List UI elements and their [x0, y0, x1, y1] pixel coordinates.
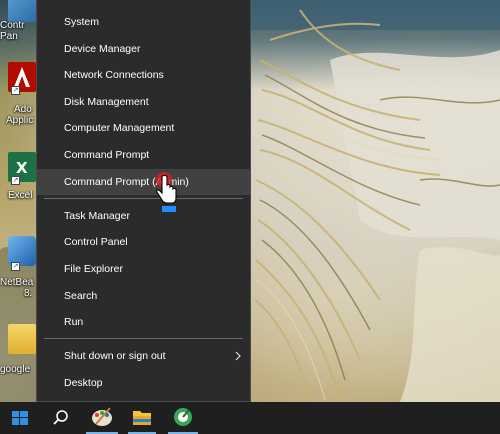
desktop-icon-netbeans[interactable]: ↗ NetBea 8. [0, 236, 40, 302]
menu-item-label: Control Panel [64, 236, 128, 248]
menu-item-desktop[interactable]: Desktop [37, 370, 250, 396]
desktop-icon-google-folder[interactable]: google [0, 322, 40, 378]
menu-item-command-prompt[interactable]: Command Prompt [37, 142, 250, 168]
quick-link-menu: System Device Manager Network Connection… [36, 0, 251, 402]
menu-item-label: Device Manager [64, 43, 141, 55]
menu-item-file-explorer[interactable]: File Explorer [37, 256, 250, 282]
menu-separator [44, 198, 243, 199]
menu-item-label: System [64, 16, 100, 28]
menu-item-command-prompt-admin[interactable]: Command Prompt (Admin) [37, 169, 250, 195]
windows-logo-icon [12, 411, 28, 425]
menu-item-computer-management[interactable]: Computer Management [37, 115, 250, 141]
shortcut-arrow-icon: ↗ [11, 262, 20, 271]
menu-item-system[interactable]: System [37, 9, 250, 35]
menu-item-label: Disk Management [64, 96, 149, 108]
search-icon [53, 410, 68, 425]
menu-item-label: Computer Management [64, 122, 175, 134]
menu-separator [44, 338, 243, 339]
paint-palette-icon [92, 407, 112, 426]
menu-item-run[interactable]: Run [37, 309, 250, 335]
desktop-icon-label: Excel [8, 190, 33, 201]
desktop-icon-label: google [0, 364, 31, 375]
shortcut-arrow-icon: ↗ [11, 86, 20, 95]
shortcut-arrow-icon: ↗ [11, 176, 20, 185]
menu-item-label: Network Connections [64, 69, 164, 81]
menu-item-label: Run [64, 316, 84, 328]
menu-item-task-manager[interactable]: Task Manager [37, 203, 250, 229]
desktop-icon-excel[interactable]: X ↗ Excel [0, 150, 40, 205]
desktop-icon-control-panel[interactable]: Contr Pan [0, 0, 40, 42]
desktop-icon-adobe-application[interactable]: ↗ Ado Applic [0, 60, 40, 130]
green-app-icon [174, 408, 192, 426]
menu-item-label: Search [64, 290, 98, 302]
desktop-icon-label: Contr Pan [0, 20, 25, 42]
hand-pointer-cursor-icon [156, 172, 177, 212]
menu-item-control-panel[interactable]: Control Panel [37, 229, 250, 255]
control-panel-icon [8, 0, 36, 22]
menu-item-network-connections[interactable]: Network Connections [37, 62, 250, 88]
menu-item-device-manager[interactable]: Device Manager [37, 36, 250, 62]
menu-item-label: Command Prompt [64, 149, 150, 161]
paint-app-button[interactable] [82, 402, 122, 434]
desktop-icon-label: NetBea 8. [0, 277, 34, 299]
menu-item-shut-down-or-sign-out[interactable]: Shut down or sign out [37, 343, 250, 369]
folder-icon [133, 411, 151, 425]
search-button[interactable] [42, 402, 78, 434]
taskbar [0, 402, 500, 434]
menu-item-label: Shut down or sign out [64, 350, 166, 362]
folder-icon [8, 324, 36, 354]
menu-item-disk-management[interactable]: Disk Management [37, 89, 250, 115]
menu-item-label: Desktop [64, 377, 103, 389]
svg-text:X: X [16, 159, 28, 177]
desktop-icon-label: Ado Applic [6, 104, 34, 126]
green-app-button[interactable] [164, 402, 202, 434]
menu-item-search[interactable]: Search [37, 283, 250, 309]
menu-item-label: Task Manager [64, 210, 130, 222]
menu-item-label: File Explorer [64, 263, 123, 275]
start-button[interactable] [0, 402, 40, 434]
file-explorer-button[interactable] [124, 402, 160, 434]
